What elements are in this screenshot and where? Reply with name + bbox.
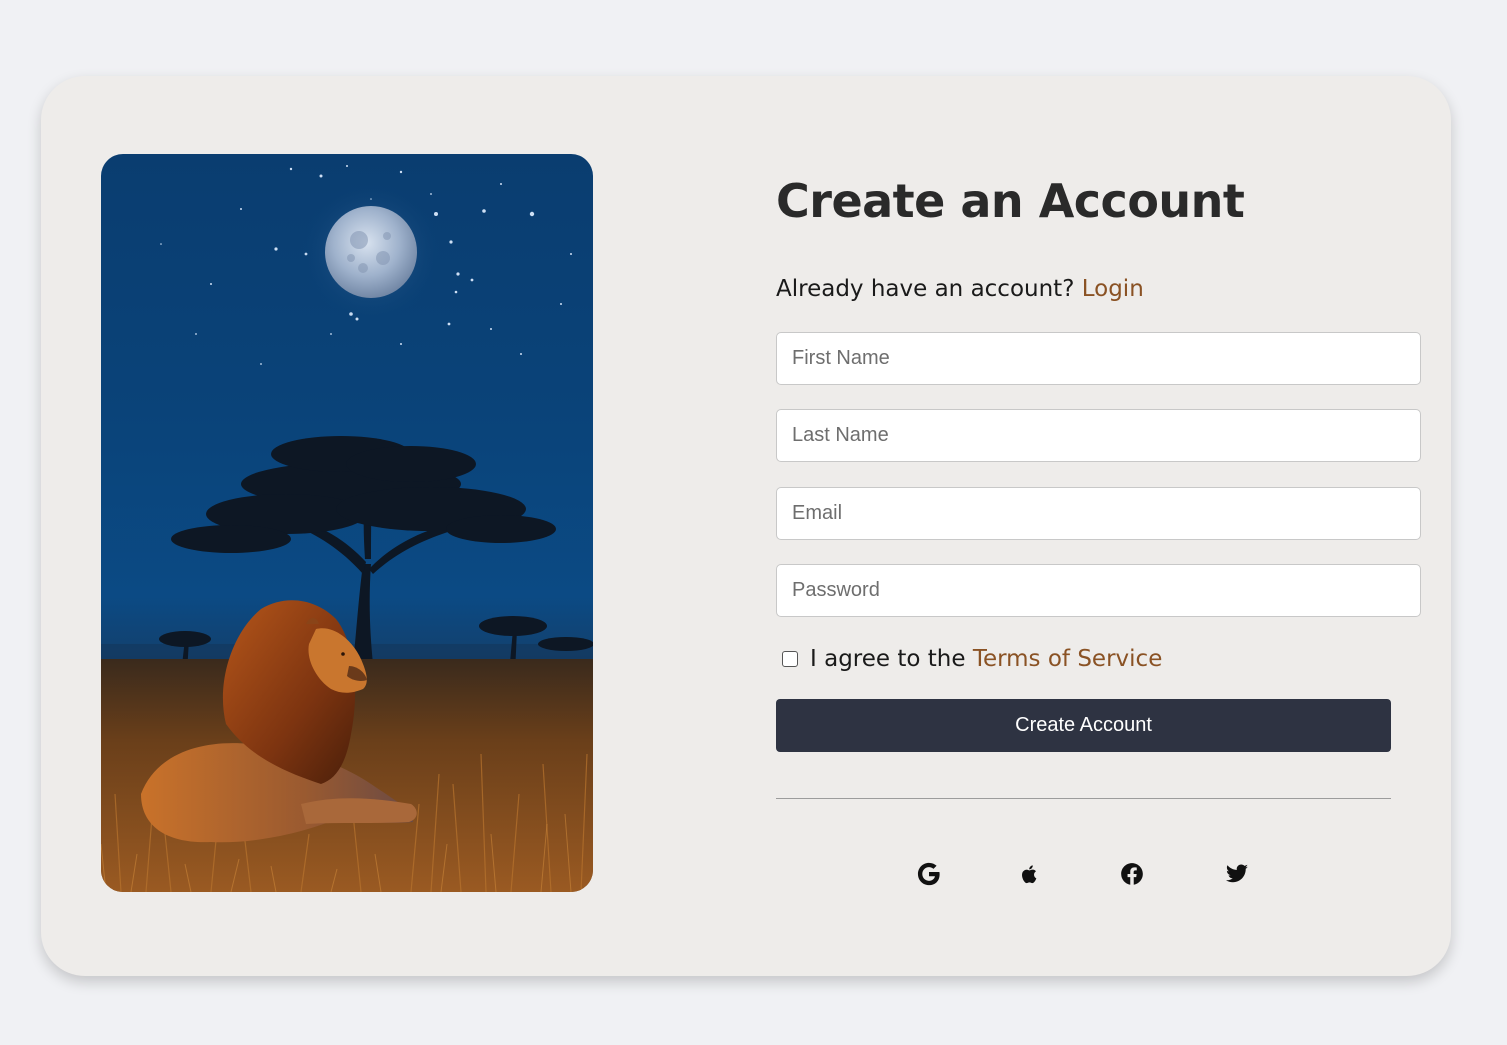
password-input[interactable]	[776, 564, 1421, 617]
acacia-tree	[159, 436, 593, 674]
divider	[776, 798, 1391, 799]
login-link[interactable]: Login	[1082, 276, 1144, 302]
terms-of-service-link[interactable]: Terms of Service	[973, 646, 1163, 672]
signup-form: Create an Account Already have an accoun…	[776, 76, 1436, 976]
moon	[325, 206, 417, 298]
first-name-input[interactable]	[776, 332, 1421, 385]
terms-checkbox[interactable]	[782, 651, 798, 667]
login-prompt-text: Already have an account?	[776, 276, 1075, 302]
apple-icon[interactable]	[1016, 860, 1044, 888]
terms-prefix: I agree to the	[810, 646, 966, 672]
facebook-icon[interactable]	[1118, 860, 1146, 888]
google-icon[interactable]	[915, 860, 943, 888]
lion-night-image	[101, 154, 593, 892]
email-input[interactable]	[776, 487, 1421, 540]
create-account-button[interactable]: Create Account	[776, 699, 1391, 752]
twitter-icon[interactable]	[1223, 860, 1251, 888]
terms-row: I agree to the Terms of Service	[782, 646, 1162, 672]
login-prompt: Already have an account? Login	[776, 276, 1144, 302]
page-title: Create an Account	[776, 174, 1245, 228]
terms-label: I agree to the Terms of Service	[810, 646, 1162, 672]
signup-card: Create an Account Already have an accoun…	[41, 76, 1451, 976]
last-name-input[interactable]	[776, 409, 1421, 462]
